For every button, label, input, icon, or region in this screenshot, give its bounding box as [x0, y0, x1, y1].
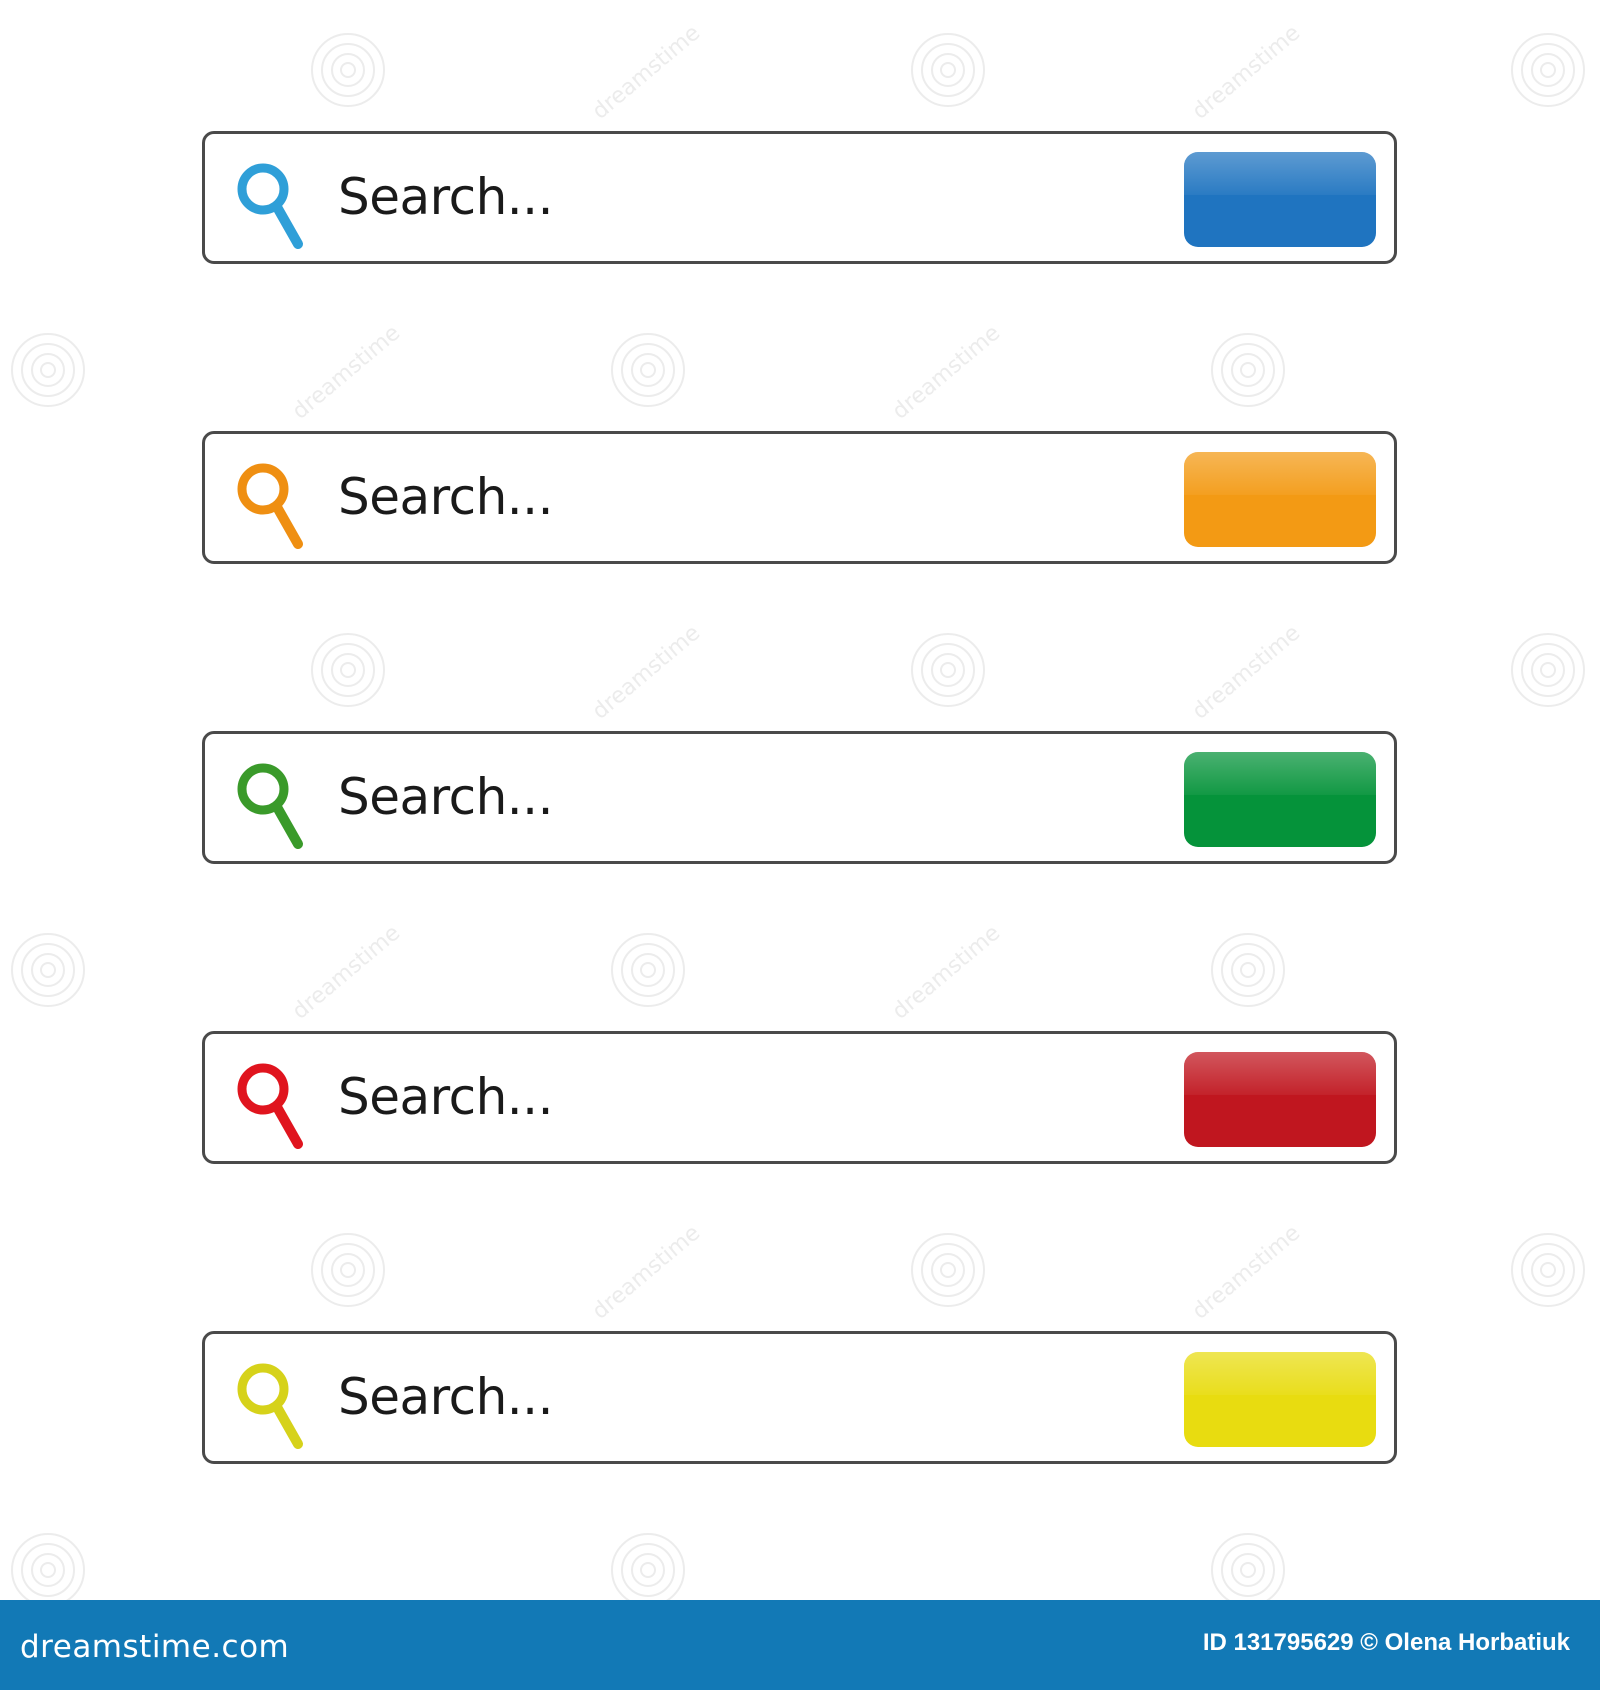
- search-icon[interactable]: [235, 461, 307, 551]
- search-bar: Search...: [202, 1331, 1397, 1464]
- watermark-spiral-icon: [611, 333, 685, 407]
- search-bar: Search...: [202, 431, 1397, 564]
- search-input[interactable]: Search...: [338, 734, 553, 861]
- search-input[interactable]: Search...: [338, 1034, 553, 1161]
- watermark-spiral-icon: [1211, 333, 1285, 407]
- button-gloss: [1184, 1352, 1376, 1395]
- watermark-text: dreamstime: [1188, 1221, 1305, 1325]
- button-gloss: [1184, 152, 1376, 195]
- search-submit-button[interactable]: [1184, 152, 1376, 247]
- watermark-spiral-icon: [311, 1233, 385, 1307]
- search-submit-button[interactable]: [1184, 1352, 1376, 1447]
- search-bar: Search...: [202, 731, 1397, 864]
- footer-banner: dreamstime.com ID 131795629 © Olena Horb…: [0, 1600, 1600, 1690]
- watermark-spiral-icon: [311, 633, 385, 707]
- image-credit: ID 131795629 © Olena Horbatiuk: [1202, 1629, 1570, 1656]
- search-input[interactable]: Search...: [338, 134, 553, 261]
- button-gloss: [1184, 452, 1376, 495]
- watermark-spiral-icon: [11, 933, 85, 1007]
- watermark-spiral-icon: [611, 1533, 685, 1600]
- watermark-spiral-icon: [911, 1233, 985, 1307]
- watermark-spiral-icon: [1211, 1533, 1285, 1600]
- search-bar: Search...: [202, 1031, 1397, 1164]
- watermark-spiral-icon: [911, 633, 985, 707]
- search-submit-button[interactable]: [1184, 752, 1376, 847]
- search-icon[interactable]: [235, 761, 307, 851]
- watermark-text: dreamstime: [288, 921, 405, 1025]
- watermark-text: dreamstime: [1188, 21, 1305, 125]
- watermark-spiral-icon: [911, 33, 985, 107]
- watermark-spiral-icon: [1511, 1233, 1585, 1307]
- watermark-text: dreamstime: [588, 621, 705, 725]
- watermark-text: dreamstime: [588, 21, 705, 125]
- watermark-spiral-icon: [1511, 33, 1585, 107]
- watermark-text: dreamstime: [888, 321, 1005, 425]
- watermark-text: dreamstime: [1188, 621, 1305, 725]
- search-input[interactable]: Search...: [338, 434, 553, 561]
- watermark-spiral-icon: [311, 33, 385, 107]
- watermark-spiral-icon: [11, 333, 85, 407]
- search-submit-button[interactable]: [1184, 452, 1376, 547]
- watermark-spiral-icon: [611, 933, 685, 1007]
- watermark-spiral-icon: [11, 1533, 85, 1600]
- watermark-text: dreamstime: [888, 921, 1005, 1025]
- watermark-spiral-icon: [1211, 933, 1285, 1007]
- search-icon[interactable]: [235, 1361, 307, 1451]
- search-icon[interactable]: [235, 161, 307, 251]
- search-input[interactable]: Search...: [338, 1334, 553, 1461]
- search-submit-button[interactable]: [1184, 1052, 1376, 1147]
- search-bar: Search...: [202, 131, 1397, 264]
- button-gloss: [1184, 1052, 1376, 1095]
- watermark-text: dreamstime: [588, 1221, 705, 1325]
- button-gloss: [1184, 752, 1376, 795]
- watermark-text: dreamstime: [288, 321, 405, 425]
- watermark-spiral-icon: [1511, 633, 1585, 707]
- brand-logo[interactable]: dreamstime.com: [20, 1600, 289, 1690]
- search-icon[interactable]: [235, 1061, 307, 1151]
